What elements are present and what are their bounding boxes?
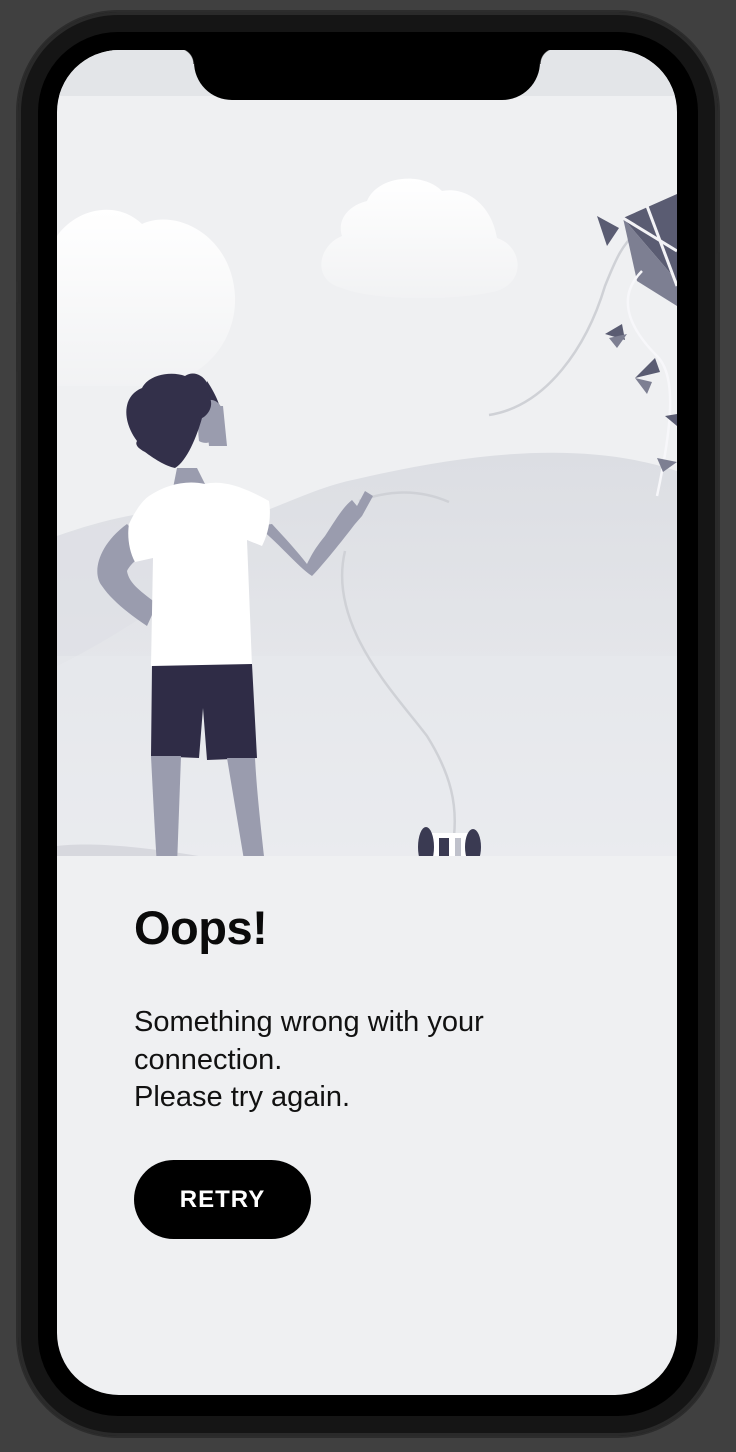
error-message: Something wrong with your connection. Pl… [134,1004,554,1117]
notch [178,50,556,100]
retry-button[interactable]: RETRY [134,1160,311,1239]
error-message-line: Please try again. [134,1081,351,1113]
error-message-line: connection. [134,1043,283,1076]
error-title: Oops! [134,901,268,954]
boy-flying-kite-illustration [57,178,677,856]
cloud-icon [57,178,518,386]
kite-icon [488,194,677,497]
volume-down-button [16,302,20,372]
phone-screen: Oops! Something wrong with your connecti… [57,50,677,1395]
power-button [716,252,720,362]
mute-switch [16,140,20,180]
volume-up-button [16,212,20,282]
error-message-line: Something wrong with your [134,1006,484,1038]
